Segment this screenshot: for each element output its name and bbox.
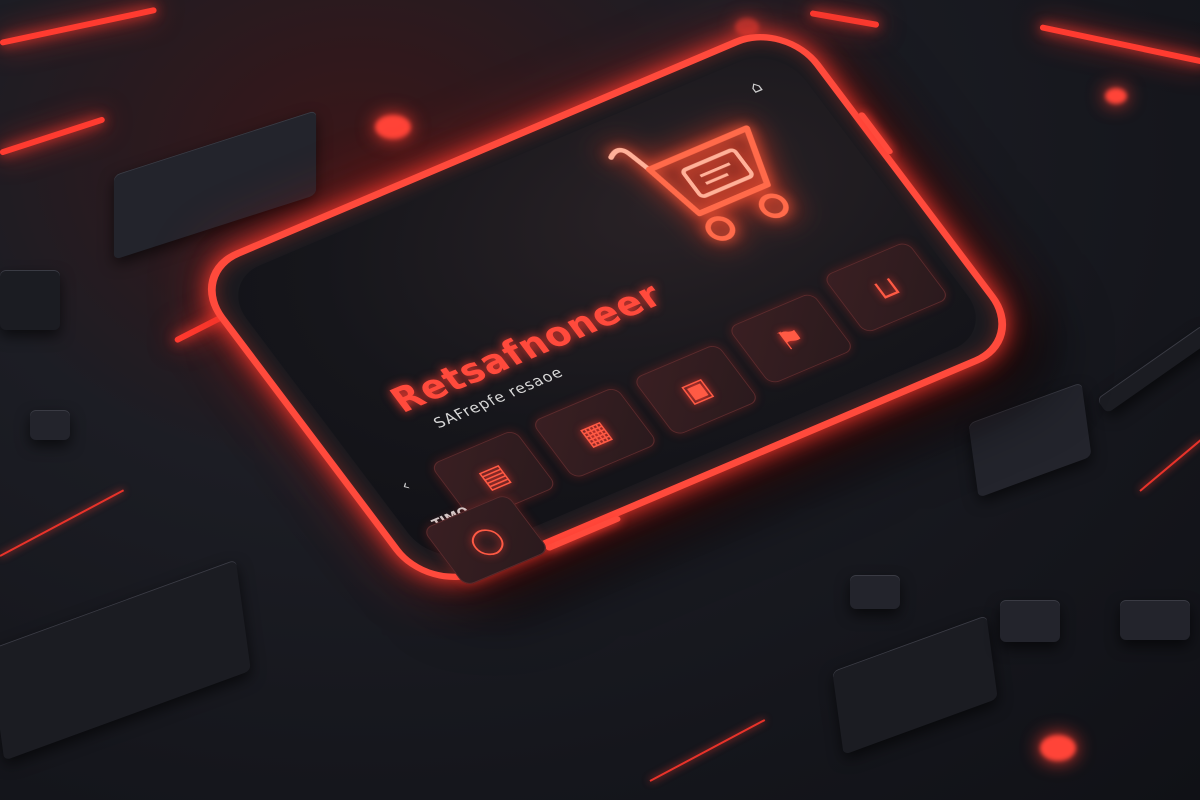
back-chevron-icon[interactable]: ‹	[396, 476, 414, 494]
smartphone: ⌂ Retsafnoneer SAFrepfe resaoe ▤ ▦ ▣ ⚑ ⊔…	[183, 17, 1031, 597]
receipt-icon: ▤	[471, 456, 517, 495]
category-tile[interactable]: ⊔	[822, 240, 951, 335]
circle-icon: ◯	[461, 520, 511, 560]
clipboard-icon: ▣	[673, 371, 719, 409]
side-button	[544, 515, 622, 552]
category-tile[interactable]: ▦	[530, 385, 659, 480]
signal-icon: ⌂	[745, 77, 767, 97]
category-tile[interactable]: ⚑	[727, 291, 856, 386]
phone-screen: ⌂ Retsafnoneer SAFrepfe resaoe ▤ ▦ ▣ ⚑ ⊔…	[219, 45, 995, 569]
flag-icon: ⚑	[769, 320, 813, 358]
app-title: Retsafnoneer	[382, 275, 671, 421]
basket-icon: ⊔	[865, 269, 907, 306]
side-button	[857, 111, 895, 155]
category-tile[interactable]: ▣	[632, 342, 761, 437]
cart-box-icon: ▦	[572, 413, 618, 452]
shopping-cart-icon	[584, 87, 827, 269]
